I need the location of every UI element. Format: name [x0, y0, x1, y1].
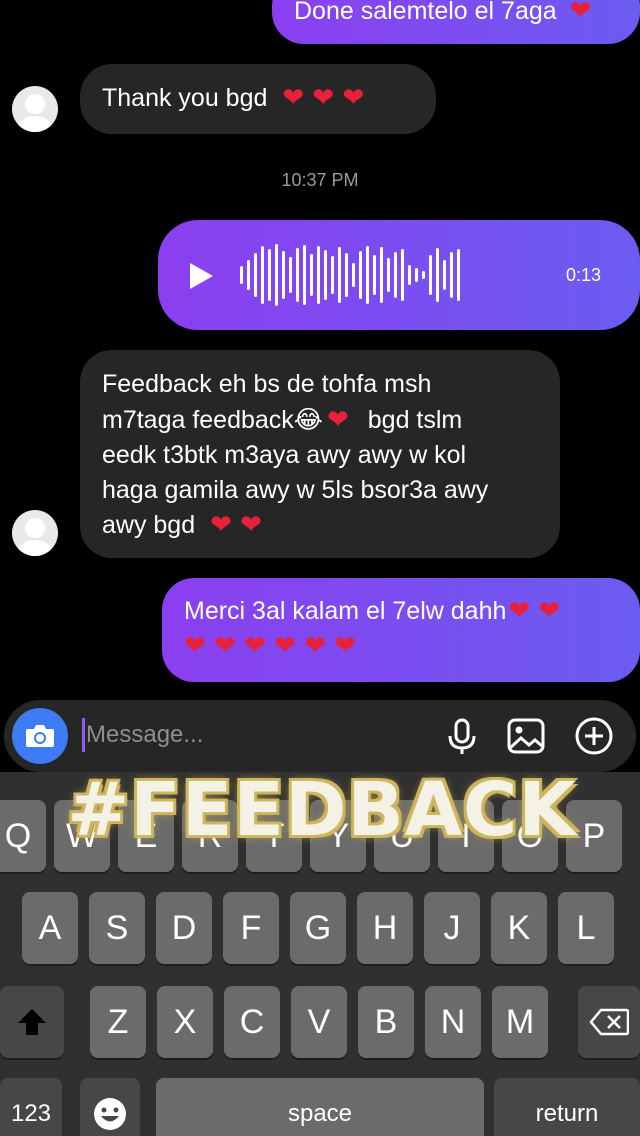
waveform-bar [275, 244, 278, 306]
microphone-icon[interactable] [440, 714, 484, 758]
waveform-bar [324, 250, 327, 300]
key-v[interactable]: V [291, 986, 347, 1058]
plus-circle-icon[interactable] [572, 714, 616, 758]
gallery-icon[interactable] [504, 714, 548, 758]
key-l[interactable]: L [558, 892, 614, 964]
message-input[interactable] [86, 716, 426, 754]
camera-icon [26, 725, 54, 747]
text-cursor [82, 718, 85, 752]
heart-emojis: ❤ ❤ ❤ ❤ ❤ ❤ [184, 631, 357, 661]
message-line: Merci 3al kalam el 7elw dahh [184, 597, 507, 625]
numbers-key[interactable]: 123 [0, 1078, 62, 1136]
outgoing-message-bubble[interactable]: Merci 3al kalam el 7elw dahh❤ ❤ ❤ ❤ ❤ ❤ … [162, 578, 640, 682]
heart-emojis: ❤ ❤ [210, 510, 262, 540]
message-line: m7taga feedback [102, 406, 294, 434]
waveform-bar [247, 260, 250, 290]
incoming-message-bubble[interactable]: Thank you bgd ❤ ❤ ❤ [80, 64, 436, 134]
waveform-bar [310, 254, 313, 296]
waveform-bar [422, 271, 425, 279]
heart-emojis: ❤ ❤ [508, 596, 561, 626]
waveform-bar [359, 251, 362, 299]
waveform-bar [331, 256, 334, 294]
waveform-bar [282, 251, 285, 299]
key-h[interactable]: H [357, 892, 413, 964]
message-text: Done salemtelo el 7aga [294, 0, 557, 25]
heart-emojis: ❤ ❤ ❤ [282, 83, 365, 113]
waveform-bar [373, 255, 376, 295]
waveform-bar [408, 265, 411, 285]
chat-thread: Done salemtelo el 7aga ❤ Thank you bgd ❤… [0, 0, 640, 700]
emoji-key[interactable] [80, 1078, 140, 1136]
key-b[interactable]: B [358, 986, 414, 1058]
shift-icon [18, 1009, 46, 1035]
key-n[interactable]: N [425, 986, 481, 1058]
camera-button[interactable] [12, 708, 68, 764]
waveform-bar [317, 246, 320, 304]
waveform-bar [352, 263, 355, 287]
key-s[interactable]: S [89, 892, 145, 964]
waveform-bar [450, 252, 453, 298]
key-q[interactable]: Q [0, 800, 46, 872]
heart-emoji: ❤ [569, 0, 592, 26]
key-z[interactable]: Z [90, 986, 146, 1058]
message-timestamp: 10:37 PM [281, 170, 359, 190]
waveform-bar [261, 246, 264, 304]
waveform-bar [240, 266, 243, 284]
backspace-key[interactable] [578, 986, 640, 1058]
voice-waveform [240, 240, 550, 310]
key-f[interactable]: F [223, 892, 279, 964]
message-composer [0, 700, 640, 772]
waveform-bar [394, 252, 397, 298]
key-g[interactable]: G [290, 892, 346, 964]
waveform-bar [254, 253, 257, 297]
shift-key[interactable] [0, 986, 64, 1058]
space-key[interactable]: space [156, 1078, 484, 1136]
key-m[interactable]: M [492, 986, 548, 1058]
heart-emoji: ❤ [327, 405, 349, 435]
waveform-bar [345, 253, 348, 297]
message-text: Thank you bgd [102, 84, 268, 112]
return-key[interactable]: return [494, 1078, 640, 1136]
waveform-bar [457, 249, 460, 301]
composer-bar [4, 700, 636, 772]
key-d[interactable]: D [156, 892, 212, 964]
key-j[interactable]: J [424, 892, 480, 964]
laughing-emoji: 😂 [293, 405, 324, 434]
message-line: bgd tslm [367, 406, 463, 434]
message-line: eedk t3btk m3aya awy awy w kol [102, 441, 467, 469]
waveform-bar [387, 258, 390, 292]
waveform-bar [415, 268, 418, 282]
key-k[interactable]: K [491, 892, 547, 964]
waveform-bar [268, 249, 271, 301]
avatar[interactable] [12, 510, 58, 556]
backspace-icon [589, 1008, 629, 1036]
feedback-sticker: #FEEDBACK [67, 767, 577, 853]
waveform-bar [443, 260, 446, 290]
avatar[interactable] [12, 86, 58, 132]
waveform-bar [296, 248, 299, 302]
outgoing-message-bubble[interactable]: Done salemtelo el 7aga ❤ [272, 0, 640, 44]
waveform-bar [338, 247, 341, 303]
incoming-message-bubble[interactable]: Feedback eh bs de tohfa msh m7taga feedb… [80, 350, 560, 558]
message-line: awy bgd [102, 511, 196, 539]
waveform-bar [429, 255, 432, 295]
waveform-bar [401, 249, 404, 301]
key-x[interactable]: X [157, 986, 213, 1058]
voice-duration: 0:13 [566, 265, 602, 285]
waveform-bar [303, 245, 306, 305]
waveform-bar [380, 247, 383, 303]
waveform-bar [366, 246, 369, 304]
emoji-icon [94, 1098, 126, 1130]
key-a[interactable]: A [22, 892, 78, 964]
message-line: Feedback eh bs de tohfa msh [102, 370, 432, 398]
waveform-bar [289, 257, 292, 293]
message-line: haga gamila awy w 5ls bsor3a awy [102, 476, 489, 504]
key-c[interactable]: C [224, 986, 280, 1058]
waveform-bar [436, 248, 439, 302]
play-icon[interactable] [188, 262, 214, 290]
